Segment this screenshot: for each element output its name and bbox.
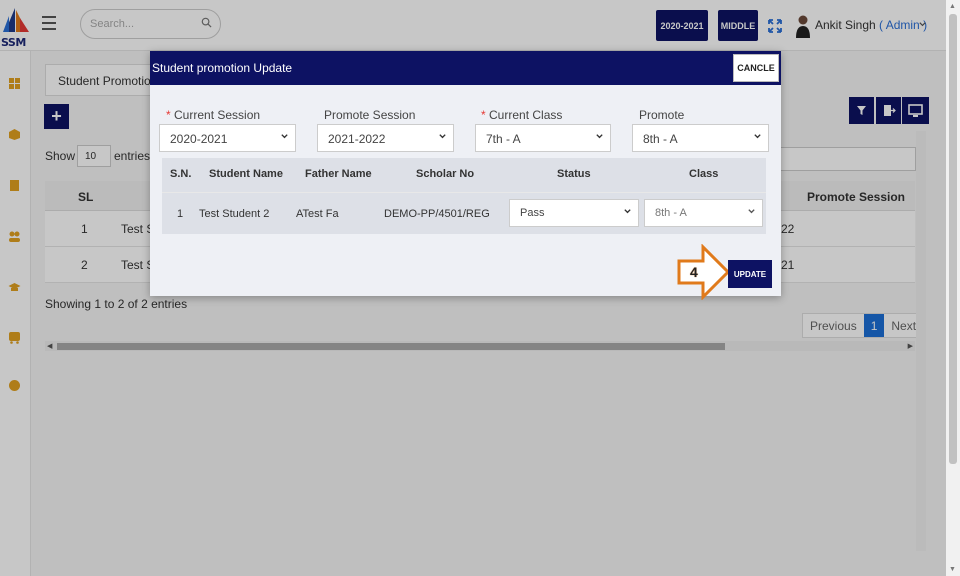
cell-scholar-no: DEMO-PP/4501/REG [384,208,490,220]
status-select[interactable]: Pass [509,199,639,227]
step-number: 4 [690,264,698,280]
current-class-select[interactable]: 7th - A [475,124,611,152]
chevron-down-icon [748,209,755,214]
step-arrow-icon [677,244,731,300]
cell-sn: 1 [177,208,184,220]
chevron-down-icon [596,134,603,139]
col-class: Class [689,168,719,180]
cell-student-name: Test Student 2 [199,208,270,220]
scroll-up-icon[interactable]: ▲ [949,3,956,10]
promote-session-select[interactable]: 2021-2022 [317,124,454,152]
chevron-down-icon [439,134,446,139]
scroll-down-icon[interactable]: ▼ [949,566,956,573]
cancel-button[interactable]: CANCLE [733,54,779,82]
modal-title: Student promotion Update [152,61,293,75]
promote-label: Promote [639,108,685,122]
col-father-name: Father Name [305,168,372,180]
student-row: 1 Test Student 2 ATest Fa DEMO-PP/4501/R… [162,192,766,234]
promotion-update-modal: Student promotion Update CANCLE * Curren… [150,51,781,300]
update-button[interactable]: UPDATE [728,260,772,288]
chevron-down-icon [281,134,288,139]
cell-father-name: ATest Fa [296,208,339,220]
col-student-name: Student Name [209,168,283,180]
modal-header: Student promotion Update CANCLE [150,51,781,85]
chevron-down-icon [624,209,631,214]
page-vertical-scrollbar[interactable]: ▲ ▼ [946,0,960,576]
chevron-down-icon [754,134,761,139]
col-sn: S.N. [170,168,192,180]
col-scholar-no: Scholar No [416,168,475,180]
class-select[interactable]: 8th - A [644,199,763,227]
col-status: Status [557,168,591,180]
current-session-label: * Current Session [166,108,261,122]
student-grid-header: S.N. Student Name Father Name Scholar No… [162,158,766,192]
promote-select[interactable]: 8th - A [632,124,769,152]
current-class-label: * Current Class [481,108,563,122]
promote-session-label: Promote Session [324,108,416,122]
page-scrollbar-thumb[interactable] [949,14,957,464]
current-session-select[interactable]: 2020-2021 [159,124,296,152]
